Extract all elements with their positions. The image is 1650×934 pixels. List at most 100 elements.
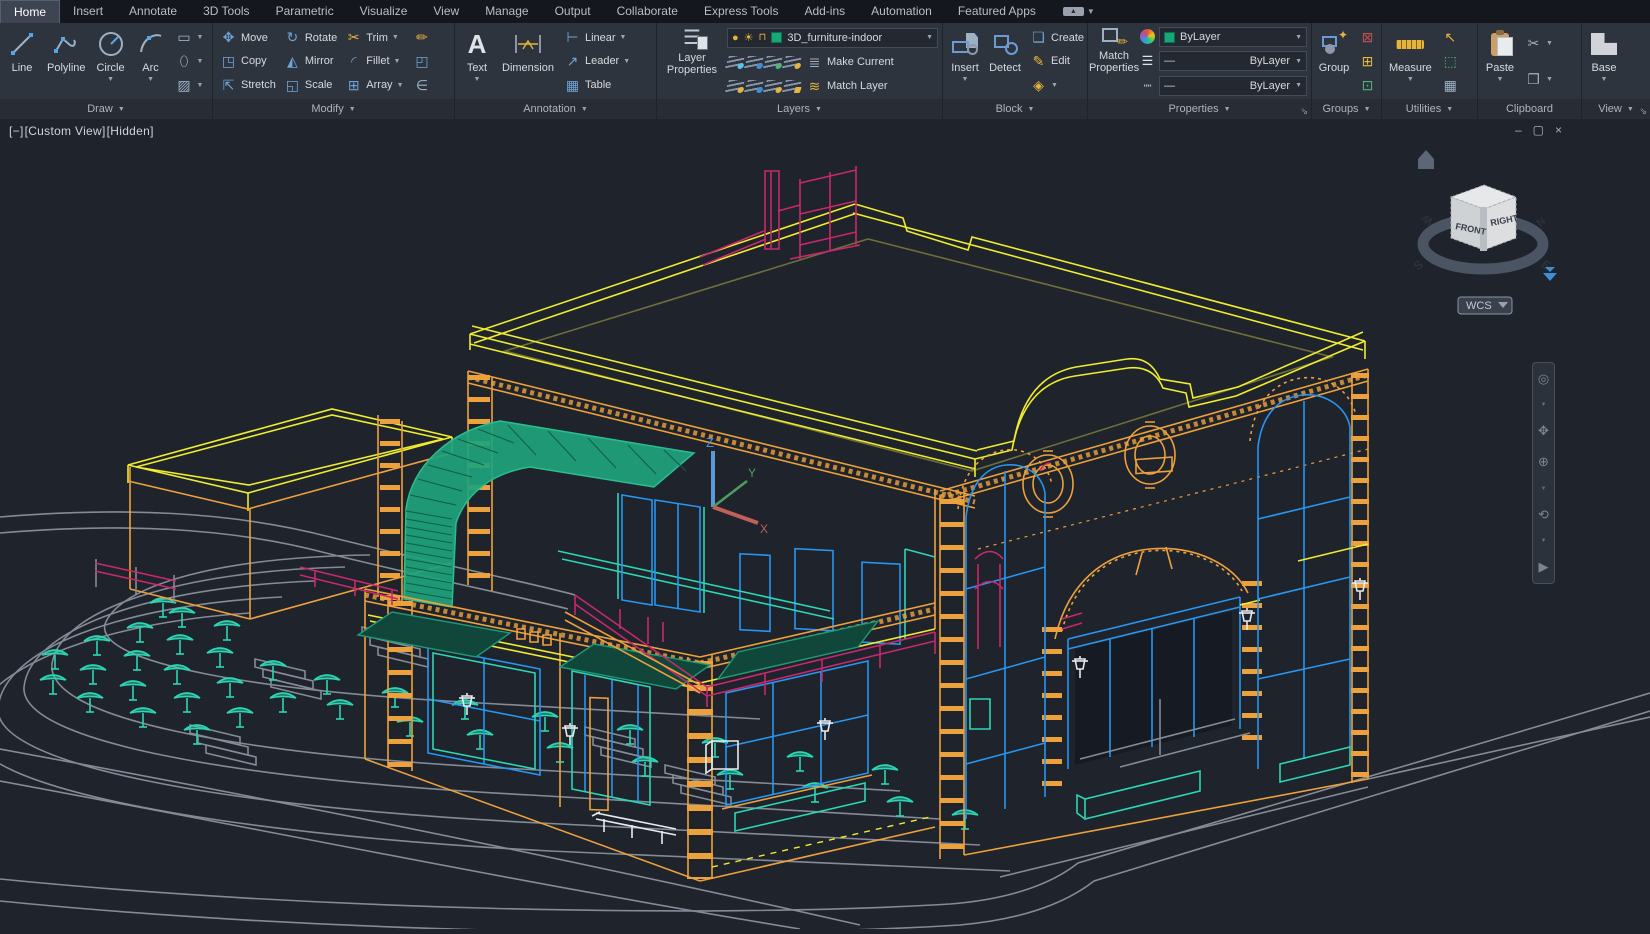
restore-icon[interactable]: ▢ [1533, 123, 1544, 137]
layer-thaw-icon[interactable] [744, 80, 764, 92]
wcs-dropdown[interactable]: WCS [1458, 297, 1512, 314]
tab-parametric[interactable]: Parametric [263, 0, 347, 23]
copy-button[interactable]: ◳Copy [217, 50, 279, 74]
viewcube[interactable]: S E W N FRONT RIGHT [1411, 150, 1557, 281]
ellipse-tool-button[interactable]: ⬯▼ [173, 52, 207, 71]
show-motion-icon[interactable]: ▶ [1539, 559, 1549, 575]
paste-button[interactable]: Paste ▼ [1482, 26, 1518, 97]
base-button[interactable]: Base ▼ [1586, 26, 1622, 97]
tab-automation[interactable]: Automation [858, 0, 945, 23]
tab-3d-tools[interactable]: 3D Tools [190, 0, 262, 23]
panel-label-clipboard[interactable]: Clipboard [1478, 99, 1581, 119]
erase-button[interactable]: ✏ [411, 28, 434, 47]
linear-dimension-button[interactable]: ⊢Linear▼ [561, 28, 633, 47]
circle-button[interactable]: Circle ▼ [93, 26, 129, 97]
viewport-menu-control[interactable]: [−] [9, 124, 24, 138]
tab-output[interactable]: Output [542, 0, 604, 23]
mirror-button[interactable]: ◭Mirror [281, 50, 340, 74]
table-button[interactable]: ▦Table [561, 76, 633, 95]
pan-icon[interactable]: ✥ [1538, 423, 1549, 439]
layer-lock-icon[interactable] [782, 56, 802, 68]
move-button[interactable]: ✥Move [217, 26, 279, 50]
tab-collaborate[interactable]: Collaborate [604, 0, 691, 23]
orbit-icon[interactable]: ⟲ [1538, 507, 1549, 523]
quick-select-button[interactable]: ↖ [1439, 28, 1462, 47]
viewcube-home-icon[interactable] [1418, 150, 1434, 169]
viewport-view-control[interactable]: [Custom View] [25, 124, 106, 138]
zoom-icon[interactable]: ⊕ [1538, 454, 1549, 470]
measure-button[interactable]: Measure ▼ [1386, 26, 1435, 97]
layer-unisolate-icon[interactable] [744, 56, 764, 68]
panel-label-properties[interactable]: Properties▼⇘ [1088, 99, 1311, 119]
match-properties-button[interactable]: ✏ Match Properties [1092, 26, 1136, 97]
panel-label-annotation[interactable]: Annotation▼ [455, 99, 656, 119]
array-button[interactable]: ⊞Array▼ [342, 73, 406, 97]
detect-button[interactable]: Detect [987, 26, 1023, 97]
layer-isolate-icon[interactable] [725, 56, 745, 68]
panel-label-layers[interactable]: Layers▼ [657, 99, 942, 119]
panel-label-groups[interactable]: Groups▼ [1312, 99, 1381, 119]
make-current-button[interactable]: ≣Make Current [803, 53, 897, 72]
join-button[interactable]: ∈ [411, 76, 434, 95]
panel-launcher-icon[interactable]: ⇘ [1300, 106, 1308, 117]
tab-view[interactable]: View [420, 0, 472, 23]
create-block-button[interactable]: ❏Create [1027, 28, 1087, 47]
polyline-button[interactable]: Polyline [44, 26, 89, 97]
group-selection-button[interactable]: ⊡ [1356, 76, 1379, 95]
tab-add-ins[interactable]: Add-ins [791, 0, 858, 23]
lineweight-dropdown[interactable]: — ByLayer ▼ [1159, 51, 1307, 71]
viewport-visual-style-control[interactable]: [Hidden] [107, 124, 154, 138]
rectangle-tool-button[interactable]: ▭▼ [173, 28, 207, 47]
lineweight-icon[interactable]: ☰ [1142, 53, 1154, 69]
linetype-icon[interactable]: ┉ [1144, 78, 1152, 94]
tab-visualize[interactable]: Visualize [347, 0, 421, 23]
dimension-button[interactable]: Dimension [499, 26, 557, 97]
rotate-button[interactable]: ↻Rotate [281, 26, 340, 50]
close-icon[interactable]: × [1555, 123, 1562, 137]
line-button[interactable]: Line [4, 26, 40, 97]
match-layer-button[interactable]: ≋Match Layer [803, 77, 891, 96]
tab-insert[interactable]: Insert [60, 0, 116, 23]
tab-annotate[interactable]: Annotate [116, 0, 190, 23]
tab-manage[interactable]: Manage [472, 0, 541, 23]
leader-button[interactable]: ↗Leader▼ [561, 52, 633, 71]
layer-on-icon[interactable] [763, 80, 783, 92]
layer-off-icon[interactable] [725, 80, 745, 92]
scale-button[interactable]: ◱Scale [281, 73, 340, 97]
text-button[interactable]: A Text ▼ [459, 26, 495, 97]
panel-label-block[interactable]: Block▼ [943, 99, 1087, 119]
panel-label-modify[interactable]: Modify▼ [213, 99, 454, 119]
group-edit-button[interactable]: ⊞ [1356, 52, 1379, 71]
linetype-dropdown[interactable]: — ByLayer ▼ [1159, 76, 1307, 96]
panel-label-draw[interactable]: Draw▼ [0, 99, 212, 119]
insert-button[interactable]: Insert ▼ [947, 26, 983, 97]
layer-unlock-all-icon[interactable] [782, 80, 802, 92]
explode-button[interactable]: ◰ [411, 52, 434, 71]
tab-home[interactable]: Home [0, 0, 60, 23]
calculator-button[interactable]: ▦ [1439, 76, 1462, 95]
layer-freeze-icon[interactable] [763, 56, 783, 68]
tab-express-tools[interactable]: Express Tools [691, 0, 791, 23]
hatch-tool-button[interactable]: ▨▼ [173, 76, 207, 95]
viewcube-menu-arrow-icon[interactable] [1543, 273, 1557, 281]
arc-button[interactable]: Arc ▼ [133, 26, 169, 97]
color-wheel-icon[interactable] [1140, 29, 1155, 44]
fillet-button[interactable]: ◜Fillet▼ [342, 50, 406, 74]
panel-label-utilities[interactable]: Utilities▼ [1382, 99, 1477, 119]
ungroup-button[interactable]: ⊠ [1356, 28, 1379, 47]
ribbon-collapse-button[interactable]: ▲ ▼ [1063, 7, 1095, 16]
panel-label-view[interactable]: View▼⇘ [1582, 99, 1650, 119]
minimize-icon[interactable]: – [1515, 123, 1522, 137]
model-space-viewport[interactable]: [−][Custom View][Hidden] – ▢ × ◎ ▼ ✥ ⊕ ▼… [0, 119, 1650, 929]
tab-featured-apps[interactable]: Featured Apps [945, 0, 1049, 23]
object-color-dropdown[interactable]: ByLayer ▼ [1159, 27, 1307, 47]
group-button[interactable]: ✦ Group [1316, 26, 1352, 97]
drawing-3d-wireframe[interactable]: Z Y X [0, 119, 1650, 929]
layer-properties-button[interactable]: ☰ Layer Properties [661, 26, 723, 97]
navigation-wheel-icon[interactable]: ◎ [1538, 371, 1549, 387]
stretch-button[interactable]: ⇱Stretch [217, 73, 279, 97]
trim-button[interactable]: ✂Trim▼ [342, 26, 406, 50]
quick-calc-button[interactable]: ⬚ [1439, 52, 1462, 71]
cut-button[interactable]: ✂▼ [1522, 34, 1556, 53]
copy-clip-button[interactable]: ❐▼ [1522, 70, 1556, 89]
